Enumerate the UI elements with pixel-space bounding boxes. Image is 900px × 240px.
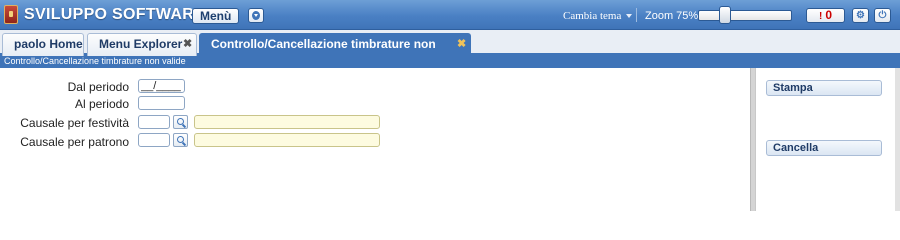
logout-button[interactable]: ⏻ <box>874 8 891 23</box>
app-title: SVILUPPO SOFTWARE <box>24 6 206 23</box>
causale-patrono-code-input[interactable] <box>138 133 170 147</box>
al-periodo-input[interactable] <box>138 96 185 110</box>
dal-periodo-input[interactable] <box>138 79 185 93</box>
tab-bar: paolo Home Menu Explorer ✖ Controllo/Can… <box>0 30 900 72</box>
causale-festivita-code-input[interactable] <box>138 115 170 129</box>
search-icon[interactable] <box>173 115 188 129</box>
stampa-button[interactable]: Stampa <box>766 80 882 96</box>
label-causale-patrono: Causale per patrono <box>20 135 129 149</box>
menu-button[interactable]: Menù <box>192 8 240 24</box>
tab-menu-explorer[interactable]: Menu Explorer ✖ <box>87 33 197 56</box>
actions-panel: Stampa Cancella <box>755 68 895 211</box>
causale-patrono-description-field <box>194 133 380 147</box>
notifications-count: 0 <box>825 8 833 22</box>
close-icon[interactable]: ✖ <box>457 34 466 55</box>
search-icon[interactable] <box>173 133 188 147</box>
label-al-periodo: Al periodo <box>74 97 129 111</box>
toolbar-divider <box>636 8 637 22</box>
chevron-down-icon <box>252 11 260 20</box>
app-logo-icon <box>4 5 18 24</box>
tab-controllo-timbrature[interactable]: Controllo/Cancellazione timbrature non v… <box>199 33 471 72</box>
top-bar: SVILUPPO SOFTWARE Menù Cambia tema Zoom … <box>0 0 900 30</box>
zoom-slider[interactable] <box>698 10 792 21</box>
cancella-button[interactable]: Cancella <box>766 140 882 156</box>
tab-home[interactable]: paolo Home <box>2 33 84 56</box>
notifications-button[interactable]: ! 0 <box>806 8 845 23</box>
change-theme-link[interactable]: Cambia tema <box>563 10 621 22</box>
power-icon: ⏻ <box>878 10 887 21</box>
theme-chevron-down-icon[interactable] <box>626 14 632 18</box>
right-edge <box>895 68 900 211</box>
zoom-slider-handle[interactable] <box>718 6 731 24</box>
menu-dropdown-button[interactable] <box>248 8 264 23</box>
tab-label: paolo Home <box>14 37 83 51</box>
zoom-label: Zoom 75% <box>645 10 699 22</box>
breadcrumb: Controllo/Cancellazione timbrature non v… <box>0 56 900 68</box>
causale-festivita-description-field <box>194 115 380 129</box>
label-dal-periodo: Dal periodo <box>67 80 129 94</box>
gear-icon: ⚙ <box>856 10 865 21</box>
close-icon[interactable]: ✖ <box>183 34 192 55</box>
label-causale-festivita: Causale per festività <box>20 116 129 130</box>
alert-icon: ! <box>818 11 823 22</box>
tab-label: Menu Explorer <box>99 37 183 51</box>
breadcrumb-text: Controllo/Cancellazione timbrature non v… <box>4 56 186 66</box>
settings-button[interactable]: ⚙ <box>852 8 869 23</box>
